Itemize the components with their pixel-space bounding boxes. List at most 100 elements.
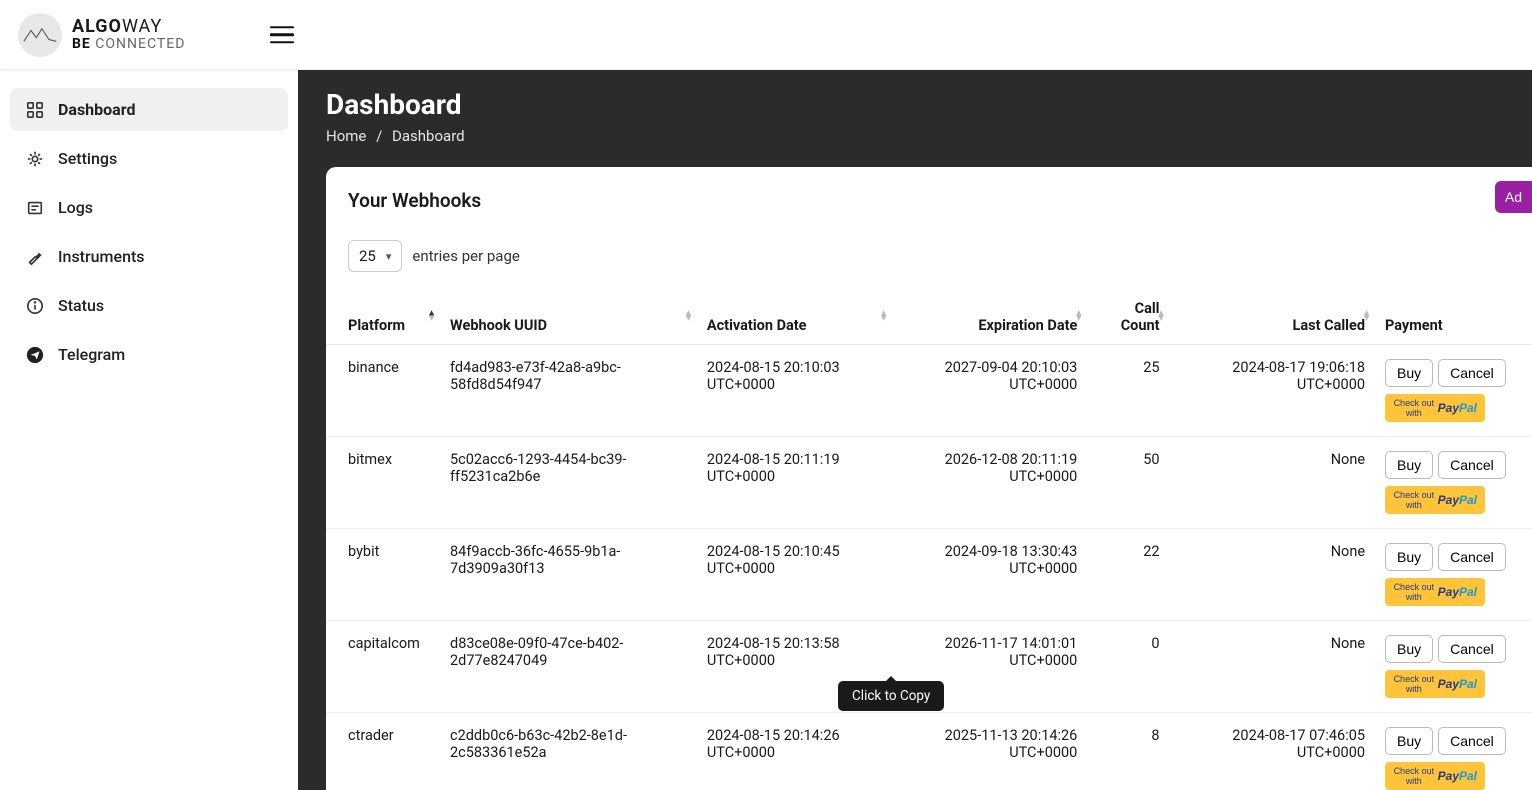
paypal-checkout-button[interactable]: Check out with PayPal [1385, 578, 1485, 606]
cell-activation: 2024-08-15 20:11:19 UTC+0000 [697, 437, 892, 529]
dashboard-icon [26, 101, 44, 119]
brand-name-bold: ALGO [72, 16, 122, 37]
paypal-checkout-button[interactable]: Check out with PayPal [1385, 670, 1485, 698]
buy-button[interactable]: Buy [1385, 543, 1433, 571]
page-title: Dashboard [326, 88, 1504, 121]
wrench-icon [26, 248, 44, 266]
gear-icon [26, 150, 44, 168]
brand-text: ALGOWAY BE CONNECTED [72, 17, 185, 52]
webhooks-card: Your Webhooks Ad 25 ▾ entries per page P… [326, 167, 1532, 790]
cancel-button[interactable]: Cancel [1438, 451, 1506, 479]
entries-per-page-select[interactable]: 25 ▾ [348, 240, 402, 272]
topbar: ALGOWAY BE CONNECTED [0, 0, 1532, 70]
paypal-checkout-button[interactable]: Check out with PayPal [1385, 762, 1485, 790]
col-header-activation[interactable]: Activation Date▲▼ [697, 290, 892, 345]
cell-activation: 2024-08-15 20:14:26 UTC+0000 [697, 713, 892, 790]
table-row: ctraderc2ddb0c6-b63c-42b2-8e1d-2c583361e… [326, 713, 1532, 790]
webhooks-table: Platform▲▼ Webhook UUID▲▼ Activation Dat… [326, 290, 1532, 790]
col-header-uuid[interactable]: Webhook UUID▲▼ [440, 290, 697, 345]
cell-uuid[interactable]: d83ce08e-09f0-47ce-b402-2d77e8247049 [440, 621, 697, 713]
cell-platform: bitmex [326, 437, 440, 529]
sidebar-label: Status [58, 296, 104, 315]
cell-expiration: 2025-11-13 20:14:26 UTC+0000 [892, 713, 1087, 790]
col-header-last-called[interactable]: Last Called▲▼ [1170, 290, 1376, 345]
breadcrumb: Home / Dashboard [326, 127, 1504, 145]
sidebar: Dashboard Settings Logs Instruments Stat… [0, 70, 298, 790]
cell-platform: binance [326, 345, 440, 437]
col-header-call-count[interactable]: Call Count▲▼ [1087, 290, 1169, 345]
card-title: Your Webhooks [348, 189, 481, 212]
cell-uuid[interactable]: c2ddb0c6-b63c-42b2-8e1d-2c583361e52a [440, 713, 697, 790]
cell-call-count: 0 [1087, 621, 1169, 713]
cell-call-count: 8 [1087, 713, 1169, 790]
cell-activation: 2024-08-15 20:10:45 UTC+0000 [697, 529, 892, 621]
cancel-button[interactable]: Cancel [1438, 543, 1506, 571]
sidebar-label: Logs [58, 198, 93, 217]
cell-call-count: 50 [1087, 437, 1169, 529]
buy-button[interactable]: Buy [1385, 727, 1433, 755]
col-header-platform[interactable]: Platform▲▼ [326, 290, 440, 345]
buy-button[interactable]: Buy [1385, 635, 1433, 663]
cell-payment: BuyCancel Check out with PayPal [1375, 621, 1532, 713]
cell-payment: BuyCancel Check out with PayPal [1375, 345, 1532, 437]
cell-uuid[interactable]: 84f9accb-36fc-4655-9b1a-7d3909a30f13 [440, 529, 697, 621]
cell-expiration: 2026-12-08 20:11:19 UTC+0000 [892, 437, 1087, 529]
brand-tag-light: CONNECTED [95, 36, 185, 52]
sidebar-label: Dashboard [58, 100, 135, 119]
paypal-checkout-button[interactable]: Check out with PayPal [1385, 486, 1485, 514]
sidebar-label: Settings [58, 149, 117, 168]
info-icon [26, 297, 44, 315]
chevron-down-icon: ▾ [386, 250, 392, 263]
entries-label: entries per page [412, 247, 519, 265]
sidebar-item-status[interactable]: Status [10, 284, 288, 327]
col-header-expiration[interactable]: Expiration Date▲▼ [892, 290, 1087, 345]
breadcrumb-sep: / [376, 127, 382, 145]
cell-uuid[interactable]: 5c02acc6-1293-4454-bc39-ff5231ca2b6e [440, 437, 697, 529]
brand-name-light: WAY [122, 16, 162, 37]
sidebar-label: Instruments [58, 247, 145, 266]
cell-expiration: 2027-09-04 20:10:03 UTC+0000 [892, 345, 1087, 437]
cancel-button[interactable]: Cancel [1438, 635, 1506, 663]
page-header: Dashboard Home / Dashboard [298, 70, 1532, 167]
breadcrumb-home[interactable]: Home [326, 127, 366, 145]
cell-expiration: 2024-09-18 13:30:43 UTC+0000 [892, 529, 1087, 621]
sidebar-item-settings[interactable]: Settings [10, 137, 288, 180]
entries-value: 25 [359, 247, 376, 265]
cell-call-count: 25 [1087, 345, 1169, 437]
paypal-checkout-button[interactable]: Check out with PayPal [1385, 394, 1485, 422]
cell-last-called: None [1170, 437, 1376, 529]
cell-activation: 2024-08-15 20:13:58 UTC+0000 [697, 621, 892, 713]
table-row: binancefd4ad983-e73f-42a8-a9bc-58fd8d54f… [326, 345, 1532, 437]
sidebar-item-logs[interactable]: Logs [10, 186, 288, 229]
cell-last-called: 2024-08-17 07:46:05 UTC+0000 [1170, 713, 1376, 790]
cell-platform: ctrader [326, 713, 440, 790]
table-row: bitmex5c02acc6-1293-4454-bc39-ff5231ca2b… [326, 437, 1532, 529]
buy-button[interactable]: Buy [1385, 451, 1433, 479]
sidebar-label: Telegram [58, 345, 125, 364]
table-row: capitalcomd83ce08e-09f0-47ce-b402-2d77e8… [326, 621, 1532, 713]
cell-last-called: 2024-08-17 19:06:18 UTC+0000 [1170, 345, 1376, 437]
cancel-button[interactable]: Cancel [1438, 727, 1506, 755]
buy-button[interactable]: Buy [1385, 359, 1433, 387]
cell-payment: BuyCancel Check out with PayPal [1375, 713, 1532, 790]
table-row: bybit84f9accb-36fc-4655-9b1a-7d3909a30f1… [326, 529, 1532, 621]
logs-icon [26, 199, 44, 217]
col-header-payment: Payment [1375, 290, 1532, 345]
brand-logo[interactable]: ALGOWAY BE CONNECTED [18, 13, 185, 57]
logo-badge [18, 13, 62, 57]
sidebar-item-dashboard[interactable]: Dashboard [10, 88, 288, 131]
cell-platform: capitalcom [326, 621, 440, 713]
cell-last-called: None [1170, 529, 1376, 621]
menu-toggle-icon[interactable] [270, 21, 294, 49]
add-button[interactable]: Ad [1495, 181, 1532, 213]
cell-activation: 2024-08-15 20:10:03 UTC+0000 [697, 345, 892, 437]
cancel-button[interactable]: Cancel [1438, 359, 1506, 387]
cell-last-called: None [1170, 621, 1376, 713]
cell-platform: bybit [326, 529, 440, 621]
cell-call-count: 22 [1087, 529, 1169, 621]
sidebar-item-telegram[interactable]: Telegram [10, 333, 288, 376]
cell-uuid[interactable]: fd4ad983-e73f-42a8-a9bc-58fd8d54f947 [440, 345, 697, 437]
breadcrumb-current: Dashboard [392, 127, 465, 145]
brand-tag-bold: BE [72, 36, 91, 52]
sidebar-item-instruments[interactable]: Instruments [10, 235, 288, 278]
